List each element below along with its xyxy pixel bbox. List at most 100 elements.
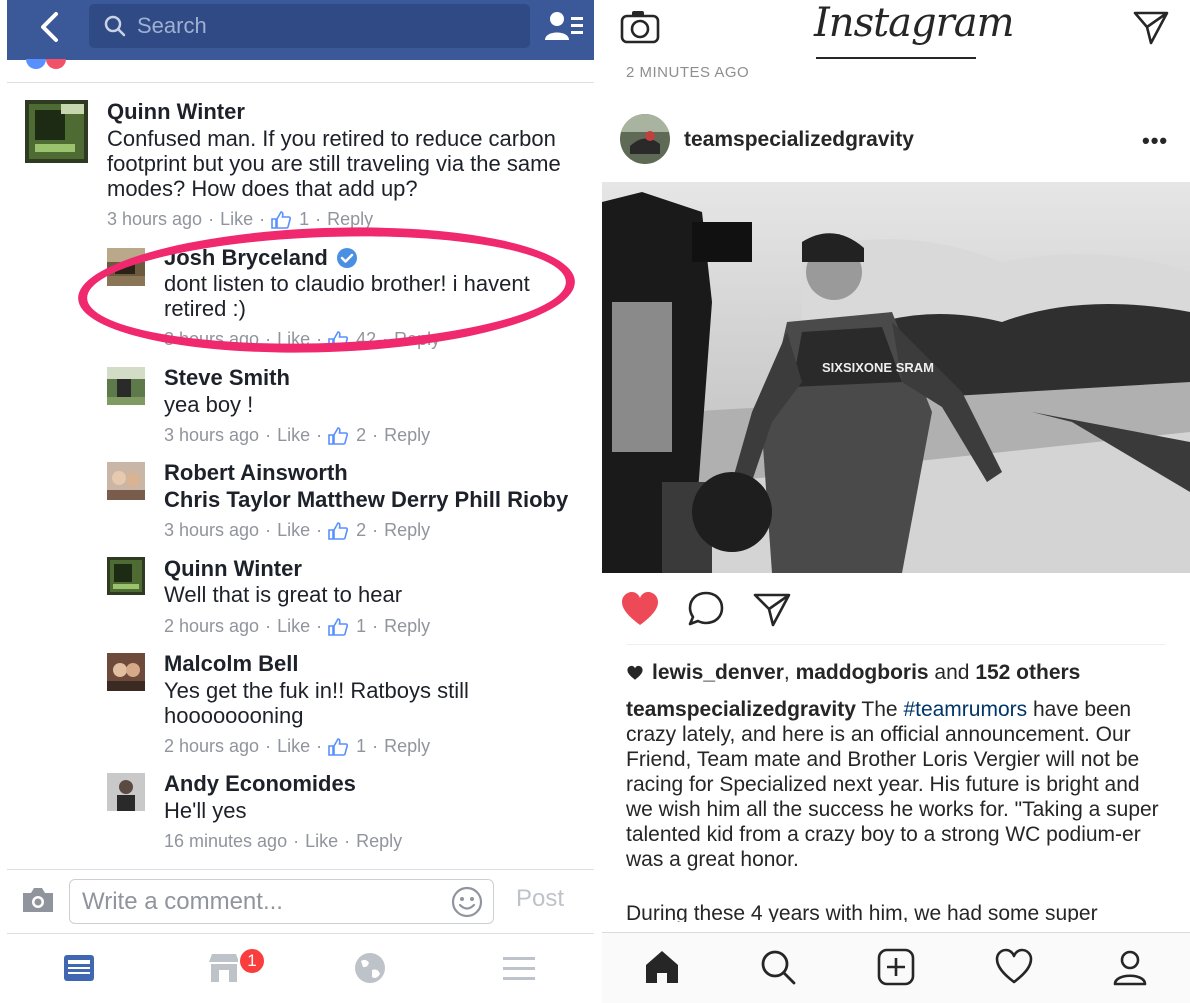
avatar[interactable]	[107, 653, 145, 691]
nav-notifications[interactable]	[350, 948, 390, 988]
bottom-nav	[602, 933, 1190, 1003]
comment-meta: 3 hours ago · Like · 2 · Reply	[164, 520, 431, 541]
comment-meta: 2 hours ago · Like · 1 · Reply	[164, 616, 431, 637]
reply-link[interactable]: Reply	[384, 425, 430, 446]
post-caption: teamspecializedgravity The #teamrumors h…	[626, 697, 1166, 872]
thumbs-up-icon	[271, 210, 292, 229]
comment-bubble-icon	[688, 591, 724, 626]
author-name[interactable]: Josh Bryceland	[164, 245, 328, 271]
comment-author[interactable]: Quinn Winter	[164, 556, 302, 582]
thumbs-up-icon	[328, 426, 349, 445]
nav-profile[interactable]	[1110, 947, 1150, 987]
reply-link[interactable]: Reply	[327, 209, 373, 230]
instagram-panel: Instagram 2 MINUTES AGO teamspecializedg…	[602, 0, 1190, 1003]
like-link[interactable]: Like	[277, 329, 310, 350]
paper-plane-icon	[1133, 11, 1169, 45]
panel-gap	[594, 0, 602, 1003]
tagged-names[interactable]: Chris Taylor Matthew Derry Phill Rioby	[164, 487, 568, 513]
reply-link[interactable]: Reply	[384, 616, 430, 637]
like-count: 1	[356, 736, 367, 756]
search-input[interactable]: Search	[89, 4, 530, 48]
comment-author[interactable]: Steve Smith	[164, 365, 290, 391]
camera-button[interactable]	[20, 885, 56, 915]
like-count: 2	[356, 425, 367, 445]
nav-menu[interactable]	[499, 948, 539, 988]
post-username[interactable]: teamspecializedgravity	[684, 128, 914, 152]
verified-badge-icon	[336, 248, 357, 268]
like-link[interactable]: Like	[277, 736, 310, 757]
direct-message-button[interactable]	[1132, 8, 1170, 46]
comment-meta: 3 hours ago · Like · 2 · Reply	[164, 425, 431, 446]
post-photo[interactable]: SIXSIXONE SRAM	[602, 182, 1190, 573]
like-link[interactable]: Like	[220, 209, 253, 230]
search-icon	[104, 15, 126, 37]
reply-link[interactable]: Reply	[384, 520, 430, 541]
comment-text: Yes get the fuk in!! Ratboys still hoooo…	[164, 678, 469, 728]
like-link[interactable]: Like	[305, 831, 338, 852]
avatar[interactable]	[620, 114, 670, 164]
comment-author[interactable]: Josh Bryceland	[164, 245, 358, 271]
divider	[7, 869, 594, 870]
comment-author[interactable]: Robert Ainsworth	[164, 460, 348, 486]
nav-add-post[interactable]	[876, 947, 916, 987]
avatar[interactable]	[107, 557, 145, 595]
likes-others[interactable]: 152 others	[975, 661, 1080, 685]
comment-text: He'll yes	[164, 798, 247, 823]
post-button[interactable]: Post	[516, 885, 564, 913]
comment-text: dont listen to claudio brother! i havent…	[164, 271, 530, 321]
nav-activity[interactable]	[994, 947, 1034, 987]
avatar[interactable]	[25, 100, 88, 163]
liker-2[interactable]: maddogboris	[796, 661, 929, 685]
jersey-text: SIXSIXONE SRAM	[822, 360, 934, 375]
instagram-logo: Instagram	[814, 0, 1015, 46]
comment-time: 3 hours ago	[164, 520, 260, 540]
share-button[interactable]	[752, 590, 792, 628]
camera-icon	[620, 11, 660, 44]
comment-button[interactable]	[686, 590, 726, 628]
friend-requests-button[interactable]	[542, 8, 586, 44]
avatar[interactable]	[107, 773, 145, 811]
avatar[interactable]	[107, 248, 145, 286]
camera-button[interactable]	[620, 8, 660, 44]
paper-plane-icon	[753, 593, 791, 627]
reply-link[interactable]: Reply	[384, 736, 430, 757]
avatar[interactable]	[107, 462, 145, 500]
like-count: 1	[356, 616, 367, 636]
like-link[interactable]: Like	[277, 425, 310, 446]
comment-author[interactable]: Malcolm Bell	[164, 651, 298, 677]
comment-time: 2 hours ago	[164, 736, 260, 756]
nav-home[interactable]	[642, 947, 682, 987]
likes-and: and	[928, 661, 976, 684]
more-options-button[interactable]: •••	[1142, 128, 1168, 154]
liker-1[interactable]: lewis_denver	[652, 661, 784, 685]
nav-search[interactable]	[758, 947, 798, 987]
thumbs-up-icon	[328, 617, 349, 636]
hashtag-link[interactable]: #teamrumors	[903, 698, 1027, 721]
news-feed-icon	[64, 955, 94, 981]
like-button[interactable]	[620, 590, 660, 628]
reply-link[interactable]: Reply	[394, 329, 440, 350]
nav-news-feed[interactable]	[59, 948, 99, 988]
comment-author[interactable]: Quinn Winter	[107, 99, 245, 125]
caption-username[interactable]: teamspecializedgravity	[626, 698, 856, 721]
reply-link[interactable]: Reply	[356, 831, 402, 852]
emoji-button[interactable]	[451, 886, 483, 918]
caption-text: The	[855, 698, 904, 721]
comment-input[interactable]: Write a comment...	[69, 879, 494, 924]
feed-tab-indicator	[816, 57, 976, 59]
divider	[7, 82, 594, 83]
avatar[interactable]	[107, 367, 145, 405]
home-icon	[646, 951, 678, 983]
back-button[interactable]	[29, 9, 69, 45]
comment-author[interactable]: Andy Economides	[164, 771, 356, 797]
divider	[626, 644, 1166, 645]
comment-placeholder: Write a comment...	[82, 887, 283, 915]
nav-marketplace[interactable]	[204, 948, 244, 988]
thumbs-up-icon	[328, 330, 349, 349]
menu-icon	[503, 957, 535, 980]
activity-heart-icon	[995, 948, 1033, 984]
chevron-left-icon	[41, 12, 58, 42]
like-link[interactable]: Like	[277, 616, 310, 637]
like-count: 2	[356, 520, 367, 540]
like-link[interactable]: Like	[277, 520, 310, 541]
